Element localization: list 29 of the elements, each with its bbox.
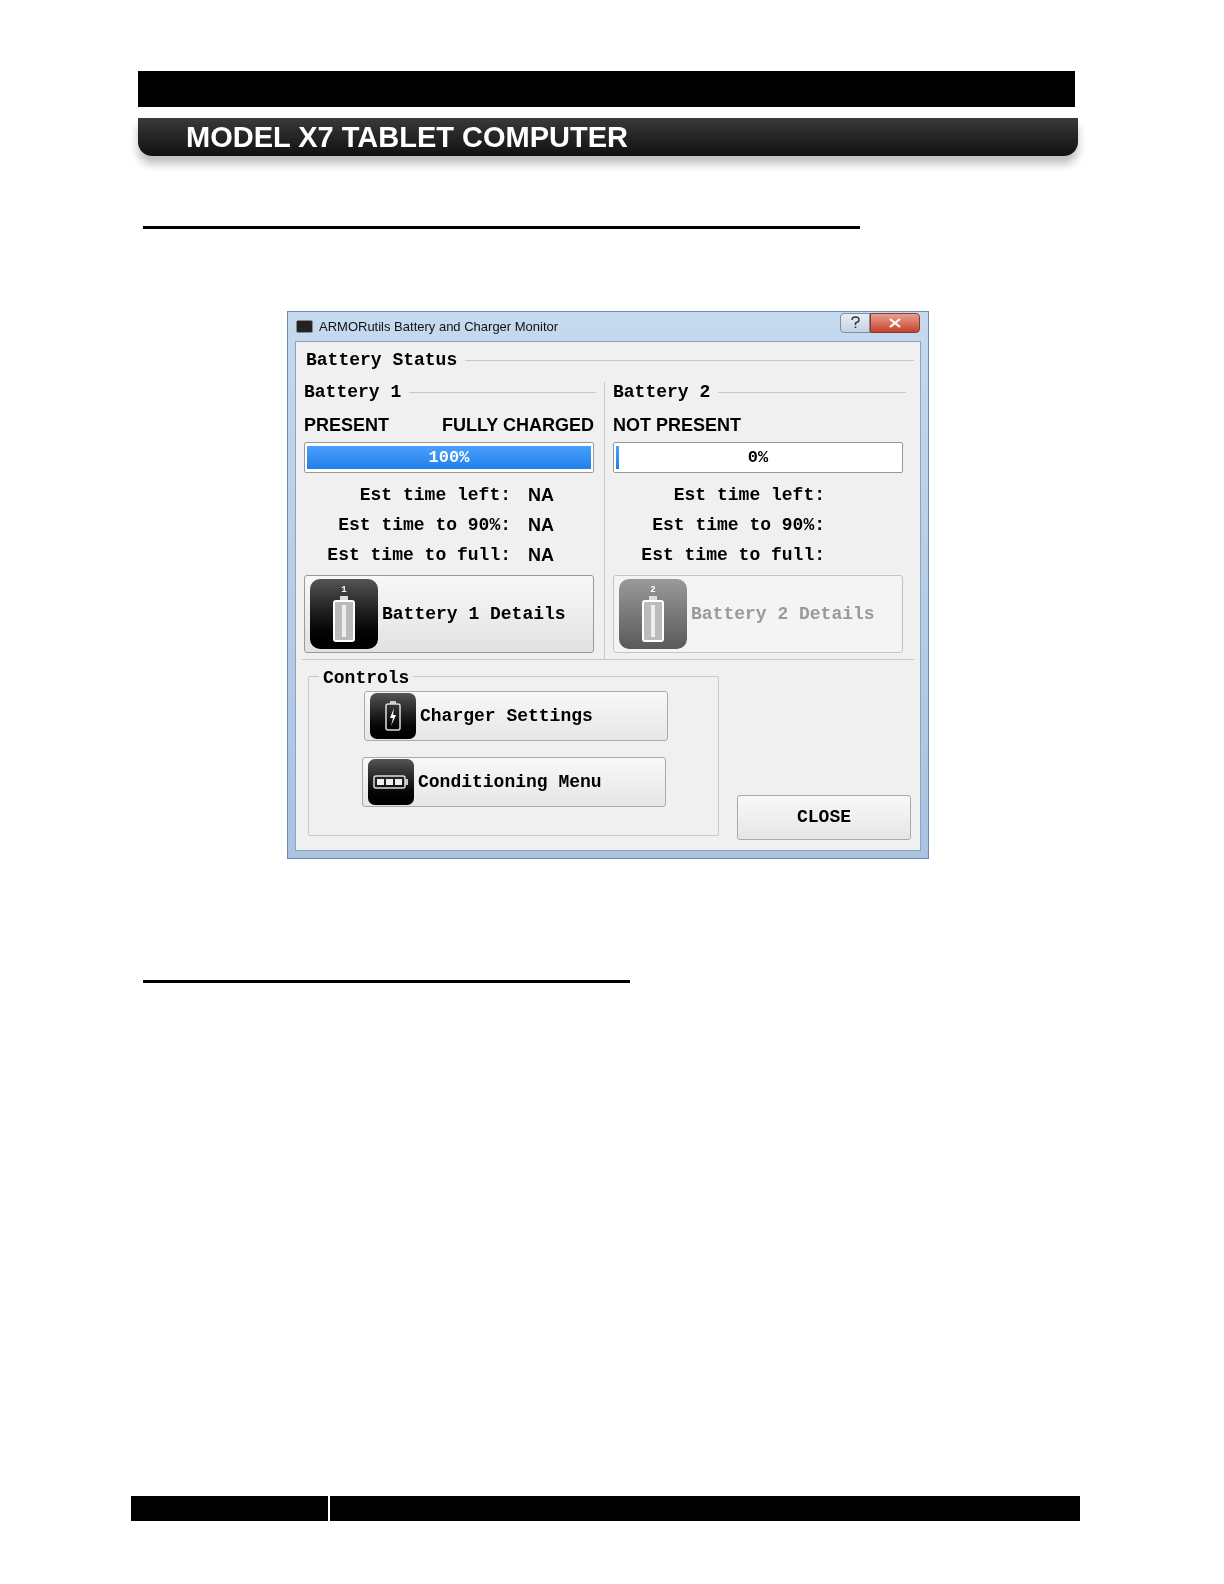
details-button[interactable]: 1 Battery 1 Details [304, 575, 594, 653]
battery-icon: 2 [619, 579, 687, 649]
battery-bolt-icon [370, 693, 416, 739]
control-button[interactable]: Charger Settings [364, 691, 668, 741]
close-icon [889, 317, 901, 328]
estimate-value: NA [528, 484, 554, 507]
app-icon [296, 320, 313, 333]
estimate-label: Est time to full: [326, 544, 511, 567]
battery-icon: 1 [310, 579, 378, 649]
header-title: MODEL X7 TABLET COMPUTER [186, 122, 628, 152]
estimate-label: Est time to 90%: [651, 514, 825, 537]
estimate-value: NA [528, 514, 554, 537]
help-icon [850, 316, 860, 329]
close-button[interactable]: CLOSE [737, 795, 911, 840]
battery-icon [368, 759, 414, 805]
estimate-value: NA [528, 544, 554, 567]
help-button[interactable] [840, 312, 870, 333]
presence-status: NOT PRESENT [613, 416, 741, 434]
estimate-label: Est time left: [672, 484, 825, 507]
control-button[interactable]: Conditioning Menu [362, 757, 666, 807]
close-window-button[interactable] [870, 312, 920, 333]
estimate-label: Est time to full: [640, 544, 825, 567]
presence-status: PRESENT [304, 416, 390, 434]
window-title: ARMORutils Battery and Charger Monitor [319, 317, 559, 336]
progress-reading: 100% [428, 446, 470, 469]
progress-reading: 0% [747, 446, 769, 469]
charge-status: FULLY CHARGED [442, 416, 594, 434]
estimate-label: Est time to 90%: [337, 514, 511, 537]
estimate-label: Est time left: [358, 484, 511, 507]
